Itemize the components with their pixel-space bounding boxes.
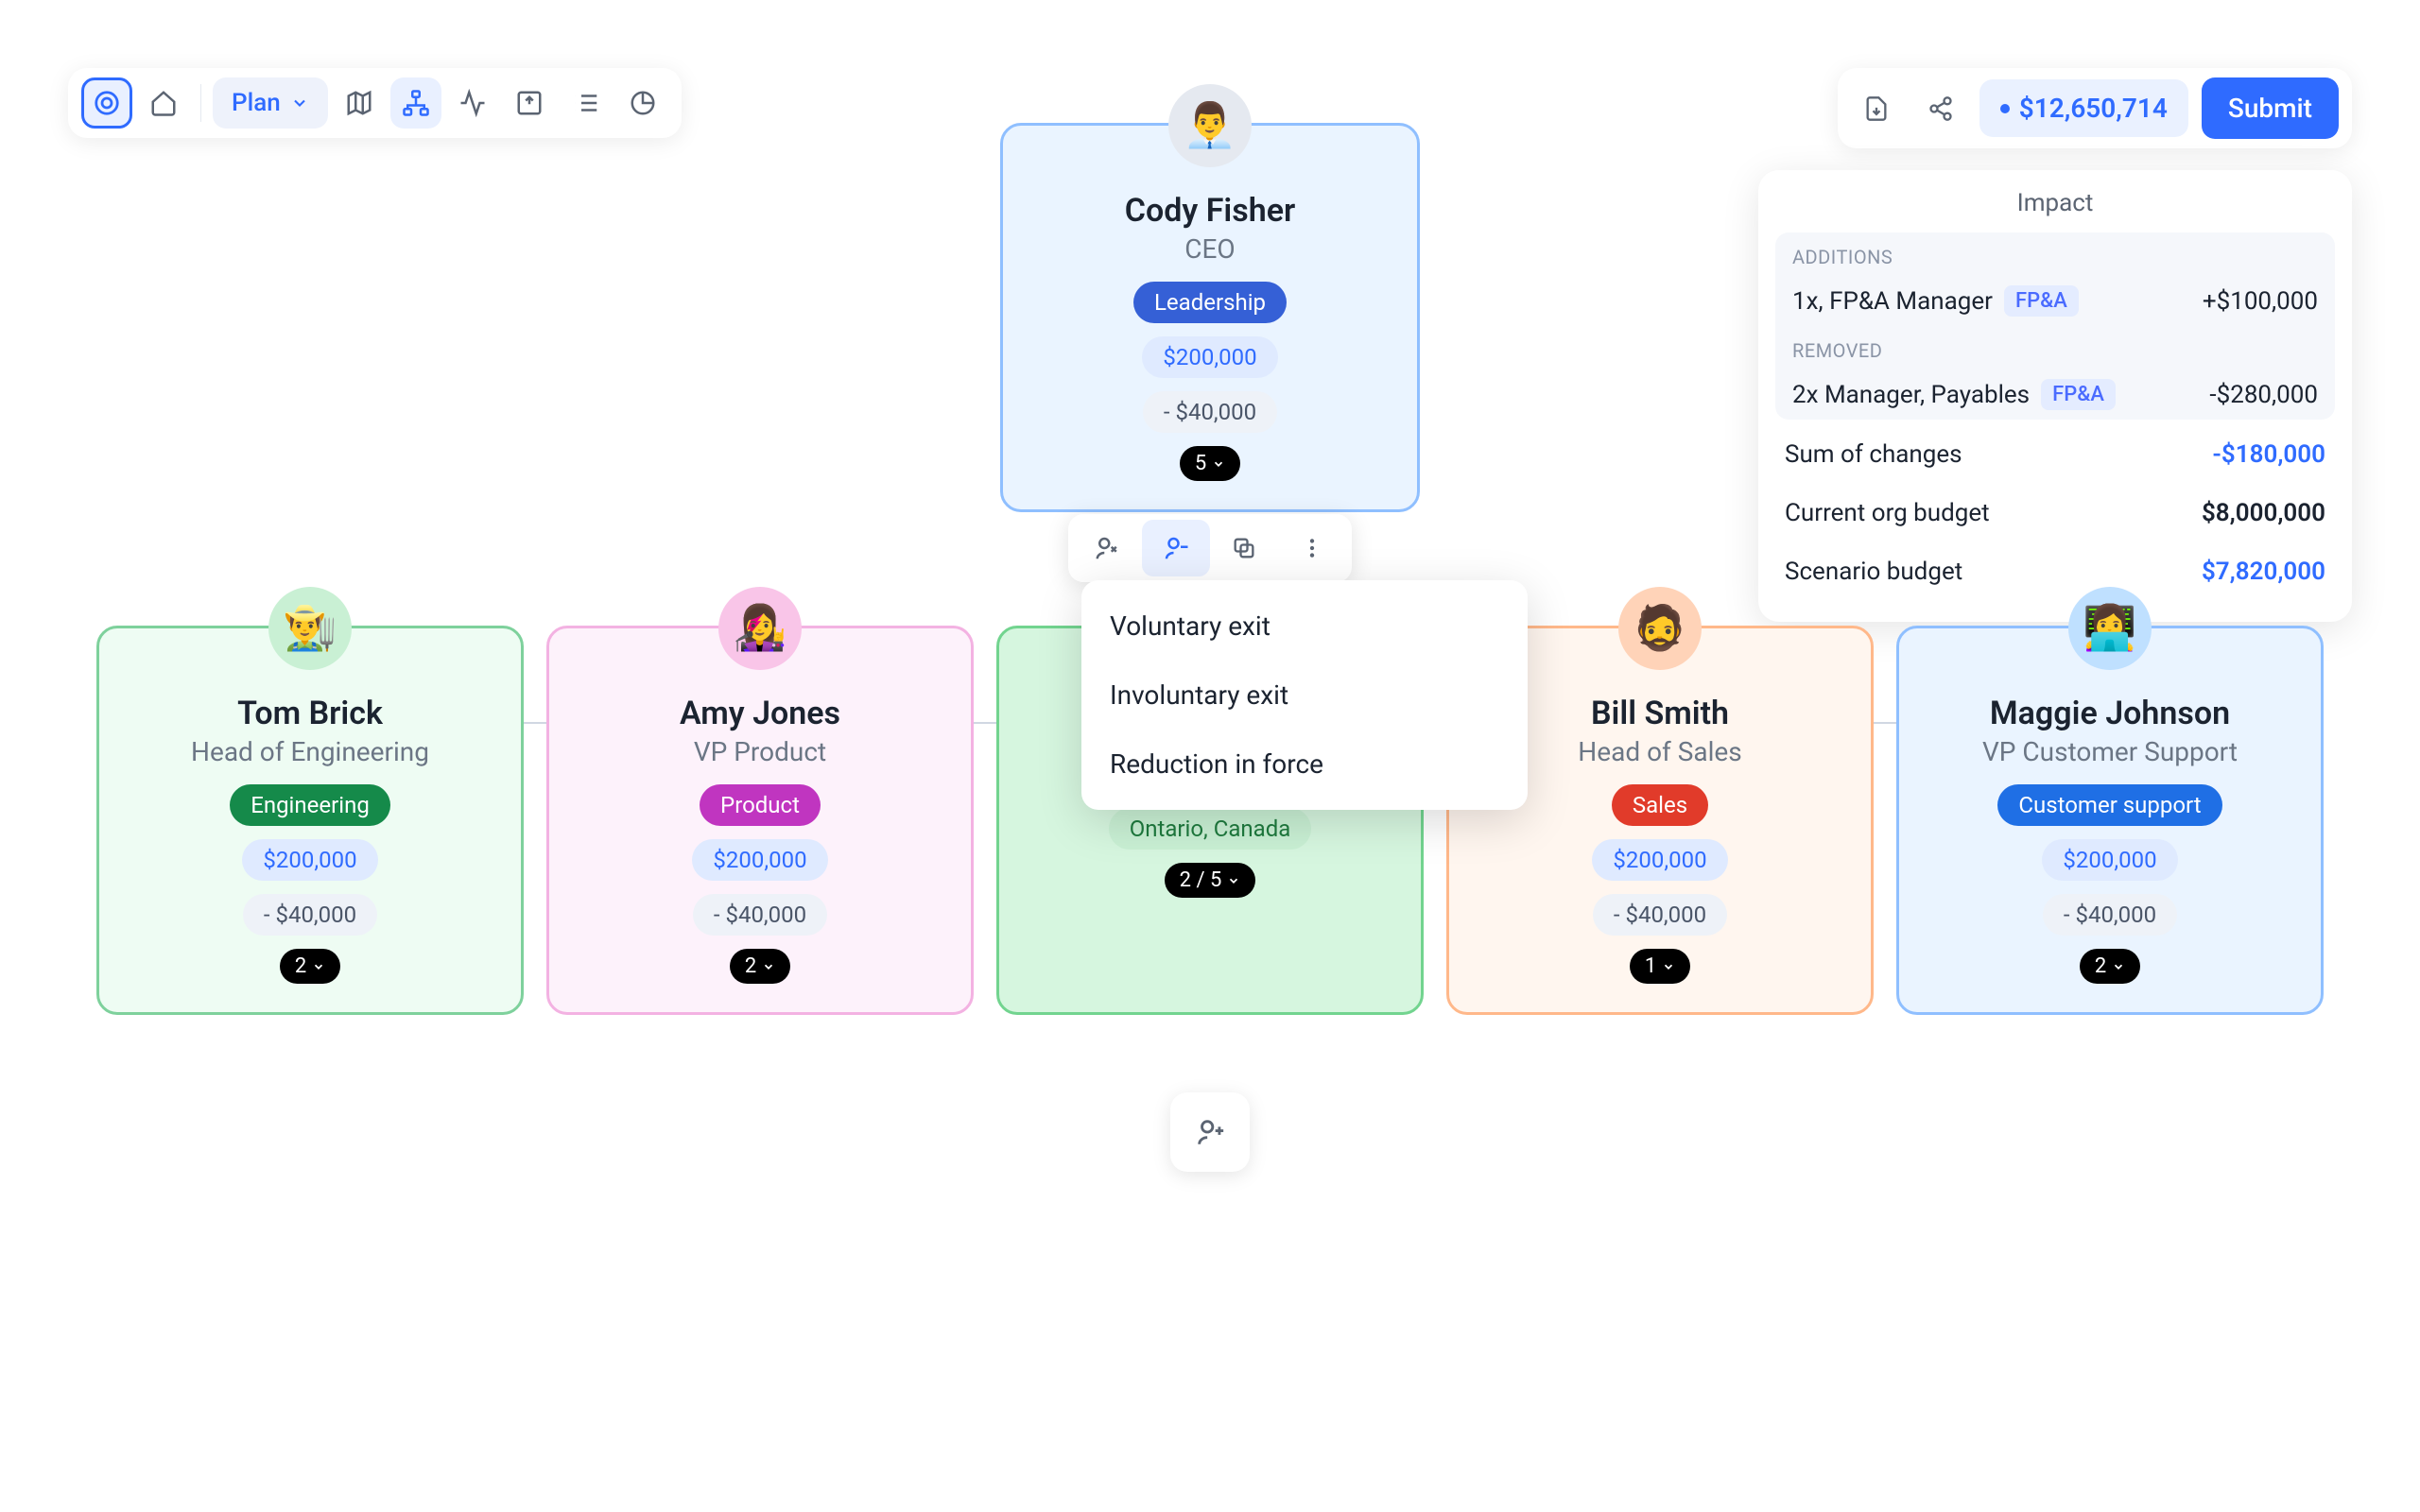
person-card[interactable]: 👨‍🌾 Tom Brick Head of Engineering Engine… bbox=[96, 626, 524, 1015]
report-count[interactable]: 2 bbox=[2080, 949, 2140, 984]
add-person-button[interactable] bbox=[1170, 1092, 1250, 1172]
status-dot-icon bbox=[2000, 104, 2010, 113]
dept-badge: Sales bbox=[1612, 784, 1708, 826]
delta-chip: - $40,000 bbox=[693, 894, 827, 936]
dept-badge: Customer support bbox=[1997, 784, 2221, 826]
avatar: 👨‍💼 bbox=[1168, 84, 1252, 167]
list-icon[interactable] bbox=[561, 77, 612, 129]
pie-chart-icon[interactable] bbox=[617, 77, 668, 129]
avatar: 👨‍🌾 bbox=[268, 587, 352, 670]
person-role: CEO bbox=[1003, 233, 1417, 265]
home-icon[interactable] bbox=[138, 77, 189, 129]
salary-chip: $200,000 bbox=[692, 839, 827, 881]
person-name: Cody Fisher bbox=[1003, 192, 1417, 230]
dept-badge: Engineering bbox=[230, 784, 390, 826]
plan-label: Plan bbox=[232, 89, 281, 117]
exit-type-menu: Voluntary exit Involuntary exit Reductio… bbox=[1081, 580, 1528, 810]
location-chip: Ontario, Canada bbox=[1109, 808, 1312, 850]
map-icon[interactable] bbox=[334, 77, 385, 129]
export-icon[interactable] bbox=[504, 77, 555, 129]
salary-chip: $200,000 bbox=[1592, 839, 1727, 881]
plan-dropdown[interactable]: Plan bbox=[213, 77, 328, 129]
report-count[interactable]: 2 bbox=[730, 949, 790, 984]
reassign-icon[interactable] bbox=[1074, 520, 1142, 576]
person-role: VP Customer Support bbox=[1899, 736, 2321, 767]
salary-chip: $200,000 bbox=[2042, 839, 2177, 881]
chevron-down-icon bbox=[290, 94, 309, 112]
delta-chip: - $40,000 bbox=[243, 894, 377, 936]
report-count[interactable]: 1 bbox=[1630, 949, 1690, 984]
person-role: VP Product bbox=[549, 736, 971, 767]
delta-chip: - $40,000 bbox=[1593, 894, 1727, 936]
report-count[interactable]: 2 / 5 bbox=[1165, 863, 1256, 898]
menu-involuntary-exit[interactable]: Involuntary exit bbox=[1081, 661, 1528, 730]
remove-person-icon[interactable] bbox=[1142, 520, 1210, 576]
delta-chip: - $40,000 bbox=[2043, 894, 2177, 936]
person-role: Head of Engineering bbox=[99, 736, 521, 767]
person-card[interactable]: 👩‍🎤 Amy Jones VP Product Product$200,000… bbox=[546, 626, 974, 1015]
person-name: Maggie Johnson bbox=[1899, 695, 2321, 732]
more-icon[interactable] bbox=[1278, 520, 1346, 576]
chevron-down-icon bbox=[1212, 457, 1225, 471]
avatar: 🧔 bbox=[1618, 587, 1702, 670]
person-card[interactable]: 👩‍💻 Maggie Johnson VP Customer Support C… bbox=[1896, 626, 2324, 1015]
total-amount: $12,650,714 bbox=[2019, 93, 2168, 124]
dept-badge: Leadership bbox=[1133, 282, 1287, 323]
menu-voluntary-exit[interactable]: Voluntary exit bbox=[1081, 592, 1528, 661]
report-count[interactable]: 5 bbox=[1180, 446, 1240, 481]
delta-chip: - $40,000 bbox=[1143, 391, 1277, 433]
activity-icon[interactable] bbox=[447, 77, 498, 129]
report-count[interactable]: 2 bbox=[280, 949, 340, 984]
person-name: Tom Brick bbox=[99, 695, 521, 732]
menu-reduction-in-force[interactable]: Reduction in force bbox=[1081, 730, 1528, 799]
ceo-card[interactable]: 👨‍💼 Cody Fisher CEO Leadership $200,000 … bbox=[1000, 123, 1420, 512]
avatar: 👩‍💻 bbox=[2068, 587, 2152, 670]
salary-chip: $200,000 bbox=[1142, 336, 1277, 378]
avatar: 👩‍🎤 bbox=[718, 587, 802, 670]
copy-icon[interactable] bbox=[1210, 520, 1278, 576]
brand-logo-icon[interactable] bbox=[81, 77, 132, 129]
salary-chip: $200,000 bbox=[242, 839, 377, 881]
org-chart-icon[interactable] bbox=[390, 77, 441, 129]
person-name: Amy Jones bbox=[549, 695, 971, 732]
node-action-bar bbox=[1068, 514, 1352, 582]
dept-badge: Product bbox=[700, 784, 821, 826]
